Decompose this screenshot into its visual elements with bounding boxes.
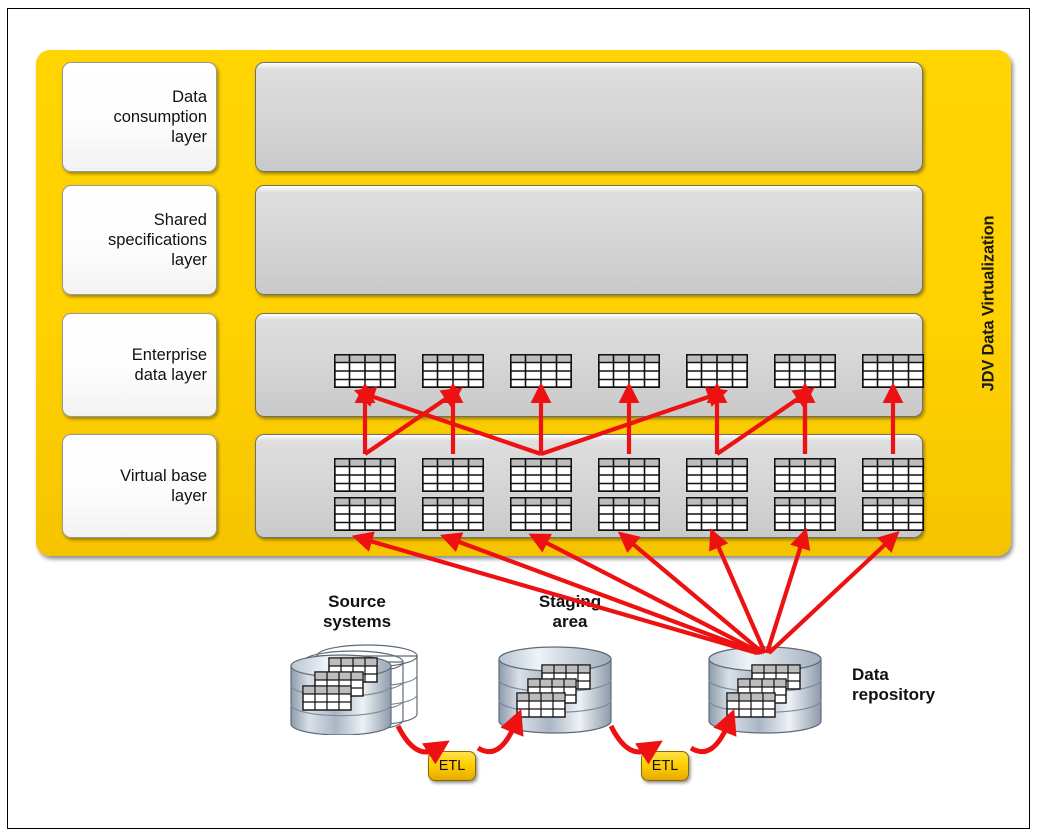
enterprise-table-7	[862, 354, 924, 388]
virtual-base-table-r2-c4	[598, 497, 660, 531]
virtual-base-table-r2-c5	[686, 497, 748, 531]
virtual-base-table-r1-c2	[422, 458, 484, 492]
virtual-base-table-r2-c7	[862, 497, 924, 531]
label-staging-area: Staging area	[538, 592, 602, 632]
panel-data-consumption-layer	[255, 62, 923, 172]
virtual-base-table-r1-c6	[774, 458, 836, 492]
diagram-canvas: JDV Data Virtualization Data consumption l…	[0, 0, 1039, 839]
label-source-systems: Source systems	[322, 592, 392, 632]
panel-shared-specifications-layer	[255, 185, 923, 295]
label-enterprise-data-layer: Enterprise data layer	[62, 313, 217, 417]
virtual-base-table-r2-c2	[422, 497, 484, 531]
enterprise-table-1	[334, 354, 396, 388]
enterprise-table-2	[422, 354, 484, 388]
label-virtual-base-layer: Virtual base layer	[62, 434, 217, 538]
label-data-consumption-layer: Data consumption layer	[62, 62, 217, 172]
virtual-base-table-r1-c7	[862, 458, 924, 492]
enterprise-table-4	[598, 354, 660, 388]
jdv-vertical-label-text: JDV Data Virtualization	[979, 215, 998, 391]
virtual-base-table-r1-c1	[334, 458, 396, 492]
label-shared-specifications-layer: Shared specifications layer	[62, 185, 217, 295]
enterprise-table-6	[774, 354, 836, 388]
label-data-repository: Data repository	[852, 665, 936, 705]
staging-area-cylinder	[495, 645, 615, 735]
enterprise-table-3	[510, 354, 572, 388]
virtual-base-table-r2-c1	[334, 497, 396, 531]
etl-source-to-staging: ETL	[428, 751, 476, 781]
virtual-base-table-r1-c4	[598, 458, 660, 492]
data-repository-cylinder	[705, 645, 825, 735]
enterprise-table-5	[686, 354, 748, 388]
virtual-base-table-r2-c3	[510, 497, 572, 531]
virtual-base-table-r1-c3	[510, 458, 572, 492]
jdv-vertical-label: JDV Data Virtualization	[972, 50, 1006, 556]
virtual-base-table-r1-c5	[686, 458, 748, 492]
etl-staging-to-repository: ETL	[641, 751, 689, 781]
virtual-base-table-r2-c6	[774, 497, 836, 531]
source-systems-cylinder	[285, 640, 425, 735]
